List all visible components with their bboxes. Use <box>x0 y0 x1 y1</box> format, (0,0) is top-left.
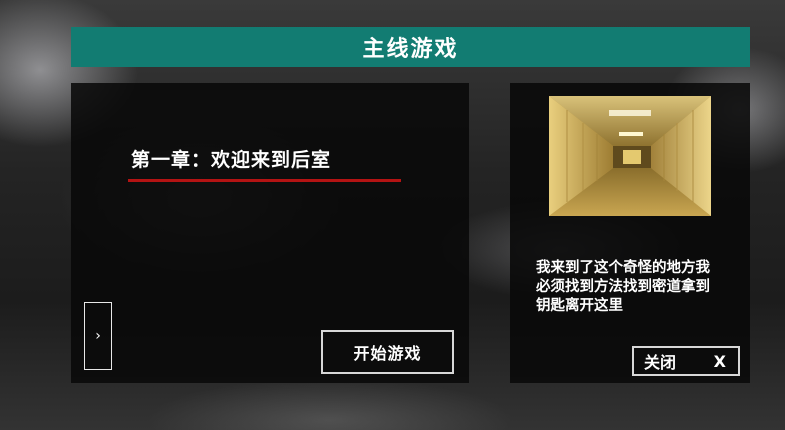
start-game-button[interactable]: 开始游戏 <box>321 330 454 374</box>
chapter-title: 第一章：欢迎来到后室 <box>131 149 332 171</box>
backrooms-hallway-image <box>549 96 711 216</box>
start-game-label: 开始游戏 <box>353 344 422 363</box>
chapter-underline <box>128 179 401 182</box>
next-chapter-button[interactable]: › <box>84 302 112 370</box>
page-title: 主线游戏 <box>362 37 459 62</box>
close-label: 关闭 <box>644 353 677 372</box>
close-icon: X <box>713 351 726 371</box>
close-button[interactable]: 关闭 X <box>632 346 740 376</box>
story-text: 我来到了这个奇怪的地方我必须找到方法找到密道拿到钥匙离开这里 <box>536 260 710 314</box>
chevron-right-icon: › <box>95 328 101 344</box>
story-panel: 我来到了这个奇怪的地方我必须找到方法找到密道拿到钥匙离开这里 关闭 X <box>510 83 750 383</box>
chapter-panel: 第一章：欢迎来到后室 › 开始游戏 <box>71 83 469 383</box>
header-bar: 主线游戏 <box>71 27 750 67</box>
